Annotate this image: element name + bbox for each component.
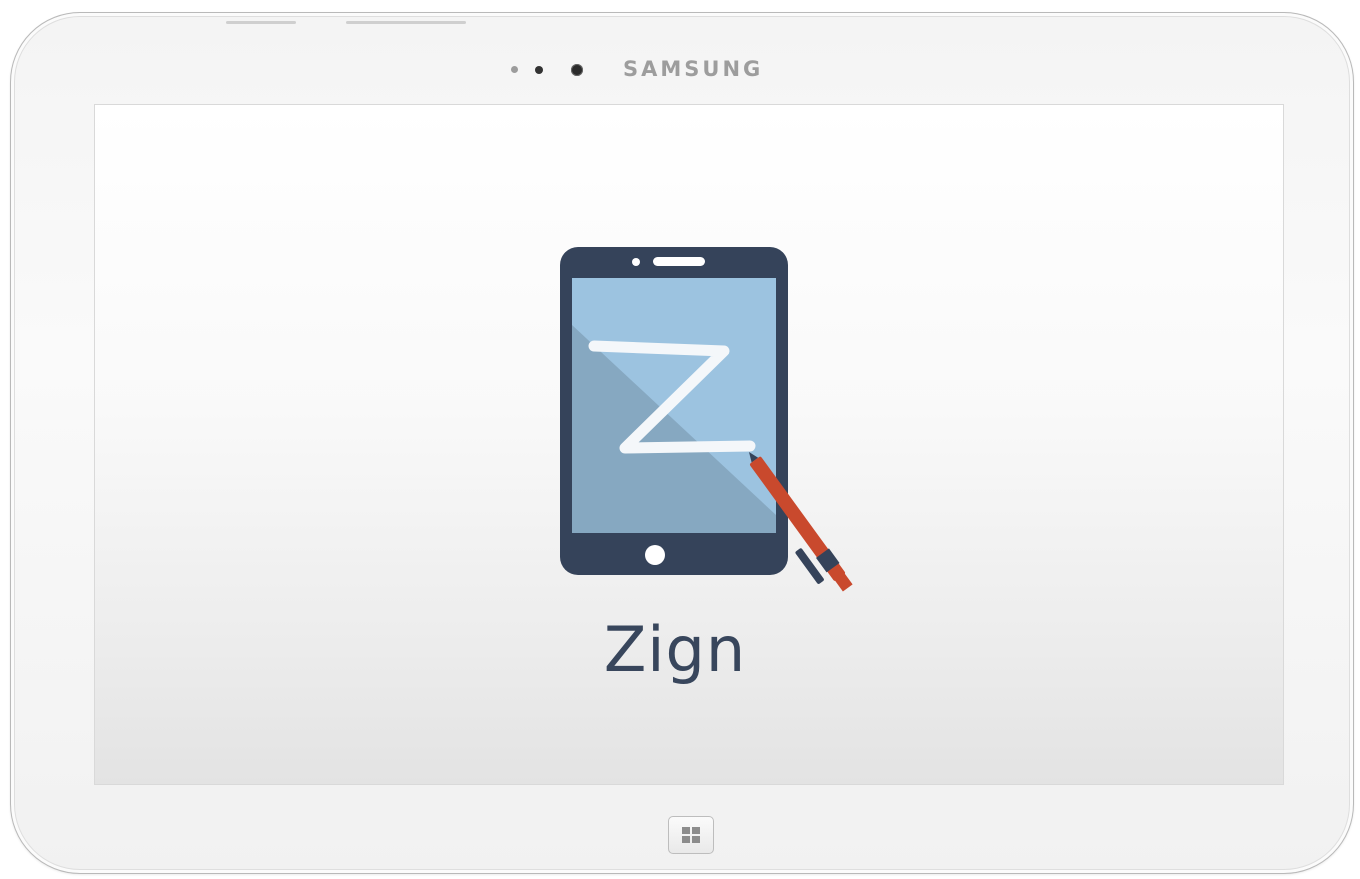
front-camera-icon — [571, 64, 583, 76]
windows-icon — [682, 827, 700, 843]
app-name: Zign — [603, 613, 747, 686]
proximity-sensor-icon — [535, 66, 543, 74]
tablet-screen: Zign — [94, 104, 1284, 785]
volume-button — [346, 21, 466, 24]
power-button — [226, 21, 296, 24]
windows-home-button[interactable] — [668, 816, 714, 854]
phone-with-pen-signature-icon — [560, 247, 853, 592]
light-sensor-icon — [511, 66, 518, 73]
brand-logo: SAMSUNG — [623, 57, 764, 81]
